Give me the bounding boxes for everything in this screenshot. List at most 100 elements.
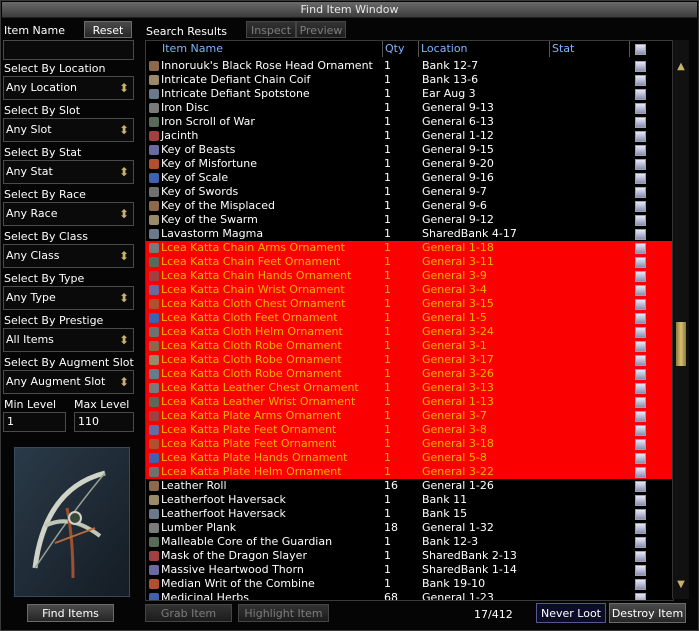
- row-checkbox[interactable]: [635, 159, 646, 170]
- table-row[interactable]: Lavastorm Magma 1 SharedBank 4-17: [146, 227, 673, 241]
- destroy-item-button[interactable]: Destroy Item: [609, 603, 686, 623]
- table-row[interactable]: Lcea Katta Plate Hands Ornament 1 General …: [146, 451, 673, 465]
- filter-dropdown[interactable]: Any Type ⬍: [3, 286, 134, 310]
- table-row[interactable]: Leather Roll 16 General 1-26: [146, 479, 673, 493]
- table-row[interactable]: Lcea Katta Cloth Chest Ornament 1 General …: [146, 297, 673, 311]
- table-row[interactable]: Lcea Katta Plate Arms Ornament 1 General 3…: [146, 409, 673, 423]
- row-checkbox[interactable]: [635, 565, 646, 576]
- max-level-input[interactable]: 110: [74, 412, 134, 432]
- table-row[interactable]: Lcea Katta Cloth Robe Ornament 1 General 3…: [146, 353, 673, 367]
- table-row[interactable]: Iron Disc 1 General 9-13: [146, 101, 673, 115]
- dropdown-arrow-icon[interactable]: ⬍: [117, 79, 131, 97]
- dropdown-arrow-icon[interactable]: ⬍: [117, 121, 131, 139]
- table-row[interactable]: Intricate Defiant Spotstone 1 Ear Aug 3: [146, 87, 673, 101]
- row-checkbox[interactable]: [635, 299, 646, 310]
- inspect-button[interactable]: Inspect: [246, 21, 296, 38]
- row-checkbox[interactable]: [635, 355, 646, 366]
- row-checkbox[interactable]: [635, 383, 646, 394]
- table-row[interactable]: Jacinth 1 General 1-12: [146, 129, 673, 143]
- table-row[interactable]: Lcea Katta Plate Feet Ornament 1 General 3…: [146, 423, 673, 437]
- row-checkbox[interactable]: [635, 551, 646, 562]
- table-row[interactable]: Lcea Katta Cloth Helm Ornament 1 General 3…: [146, 325, 673, 339]
- table-row[interactable]: Lcea Katta Chain Arms Ornament 1 General 1…: [146, 241, 673, 255]
- filter-dropdown[interactable]: Any Location ⬍: [3, 76, 134, 100]
- filter-dropdown[interactable]: Any Stat ⬍: [3, 160, 134, 184]
- row-checkbox[interactable]: [635, 75, 646, 86]
- table-row[interactable]: Lcea Katta Cloth Feet Ornament 1 General 1…: [146, 311, 673, 325]
- row-checkbox[interactable]: [635, 131, 646, 142]
- table-row[interactable]: Massive Heartwood Thorn 1 SharedBank 1-14: [146, 563, 673, 577]
- row-checkbox[interactable]: [635, 523, 646, 534]
- table-row[interactable]: Key of Beasts 1 General 9-15: [146, 143, 673, 157]
- table-row[interactable]: Lcea Katta Plate Helm Ornament 1 General 3…: [146, 465, 673, 479]
- filter-dropdown[interactable]: Any Slot ⬍: [3, 118, 134, 142]
- reset-button[interactable]: Reset: [84, 21, 132, 38]
- table-row[interactable]: Key of Swords 1 General 9-7: [146, 185, 673, 199]
- table-row[interactable]: Innoruuk's Black Rose Head Ornament 1 Bank…: [146, 59, 673, 73]
- scroll-thumb[interactable]: [676, 322, 686, 366]
- row-checkbox[interactable]: [635, 201, 646, 212]
- filter-dropdown[interactable]: Any Augment Slot ⬍: [3, 370, 134, 394]
- table-row[interactable]: Lcea Katta Cloth Robe Ornament 1 General 3…: [146, 367, 673, 381]
- results-scrollbar[interactable]: ▲ ▼: [672, 40, 689, 599]
- row-checkbox[interactable]: [635, 89, 646, 100]
- filter-dropdown[interactable]: Any Race ⬍: [3, 202, 134, 226]
- item-name-input[interactable]: [3, 40, 134, 60]
- row-checkbox[interactable]: [635, 481, 646, 492]
- row-checkbox[interactable]: [635, 285, 646, 296]
- row-checkbox[interactable]: [635, 593, 646, 600]
- row-checkbox[interactable]: [635, 313, 646, 324]
- filter-dropdown[interactable]: All Items ⬍: [3, 328, 134, 352]
- dropdown-arrow-icon[interactable]: ⬍: [117, 289, 131, 307]
- row-checkbox[interactable]: [635, 215, 646, 226]
- select-all-checkbox[interactable]: [635, 44, 646, 55]
- column-header-stat[interactable]: Stat: [550, 41, 630, 57]
- row-checkbox[interactable]: [635, 271, 646, 282]
- find-items-button[interactable]: Find Items: [27, 604, 114, 622]
- row-checkbox[interactable]: [635, 341, 646, 352]
- column-header-qty[interactable]: Qty: [383, 41, 419, 57]
- row-checkbox[interactable]: [635, 425, 646, 436]
- row-checkbox[interactable]: [635, 453, 646, 464]
- table-row[interactable]: Lcea Katta Chain Wrist Ornament 1 General …: [146, 283, 673, 297]
- row-checkbox[interactable]: [635, 229, 646, 240]
- table-row[interactable]: Lcea Katta Plate Feet Ornament 1 General 3…: [146, 437, 673, 451]
- row-checkbox[interactable]: [635, 397, 646, 408]
- dropdown-arrow-icon[interactable]: ⬍: [117, 205, 131, 223]
- table-row[interactable]: Lcea Katta Chain Feet Ornament 1 General 3…: [146, 255, 673, 269]
- min-level-input[interactable]: 1: [3, 412, 66, 432]
- table-row[interactable]: Leatherfoot Haversack 1 Bank 15: [146, 507, 673, 521]
- table-row[interactable]: Mask of the Dragon Slayer 1 SharedBank 2-1…: [146, 549, 673, 563]
- row-checkbox[interactable]: [635, 187, 646, 198]
- row-checkbox[interactable]: [635, 411, 646, 422]
- row-checkbox[interactable]: [635, 369, 646, 380]
- table-row[interactable]: Lcea Katta Cloth Robe Ornament 1 General 3…: [146, 339, 673, 353]
- table-row[interactable]: Lumber Plank 18 General 1-32: [146, 521, 673, 535]
- dropdown-arrow-icon[interactable]: ⬍: [117, 331, 131, 349]
- filter-dropdown[interactable]: Any Class ⬍: [3, 244, 134, 268]
- table-row[interactable]: Iron Scroll of War 1 General 6-13: [146, 115, 673, 129]
- row-checkbox[interactable]: [635, 439, 646, 450]
- scroll-down-icon[interactable]: ▼: [675, 578, 687, 592]
- row-checkbox[interactable]: [635, 257, 646, 268]
- dropdown-arrow-icon[interactable]: ⬍: [117, 247, 131, 265]
- row-checkbox[interactable]: [635, 579, 646, 590]
- table-row[interactable]: Lcea Katta Chain Hands Ornament 1 General …: [146, 269, 673, 283]
- table-row[interactable]: Key of the Swarm 1 General 9-12: [146, 213, 673, 227]
- table-row[interactable]: Key of the Misplaced 1 General 9-6: [146, 199, 673, 213]
- table-row[interactable]: Lcea Katta Leather Chest Ornament 1 Genera…: [146, 381, 673, 395]
- column-header-location[interactable]: Location: [419, 41, 550, 57]
- table-row[interactable]: Intricate Defiant Chain Coif 1 Bank 13-6: [146, 73, 673, 87]
- row-checkbox[interactable]: [635, 495, 646, 506]
- row-checkbox[interactable]: [635, 61, 646, 72]
- row-checkbox[interactable]: [635, 117, 646, 128]
- never-loot-button[interactable]: Never Loot: [536, 603, 606, 623]
- scroll-up-icon[interactable]: ▲: [675, 60, 687, 74]
- dropdown-arrow-icon[interactable]: ⬍: [117, 373, 131, 391]
- dropdown-arrow-icon[interactable]: ⬍: [117, 163, 131, 181]
- highlight-item-button[interactable]: Highlight Item: [238, 604, 329, 622]
- row-checkbox[interactable]: [635, 103, 646, 114]
- grab-item-button[interactable]: Grab Item: [145, 604, 232, 622]
- row-checkbox[interactable]: [635, 327, 646, 338]
- table-row[interactable]: Leatherfoot Haversack 1 Bank 11: [146, 493, 673, 507]
